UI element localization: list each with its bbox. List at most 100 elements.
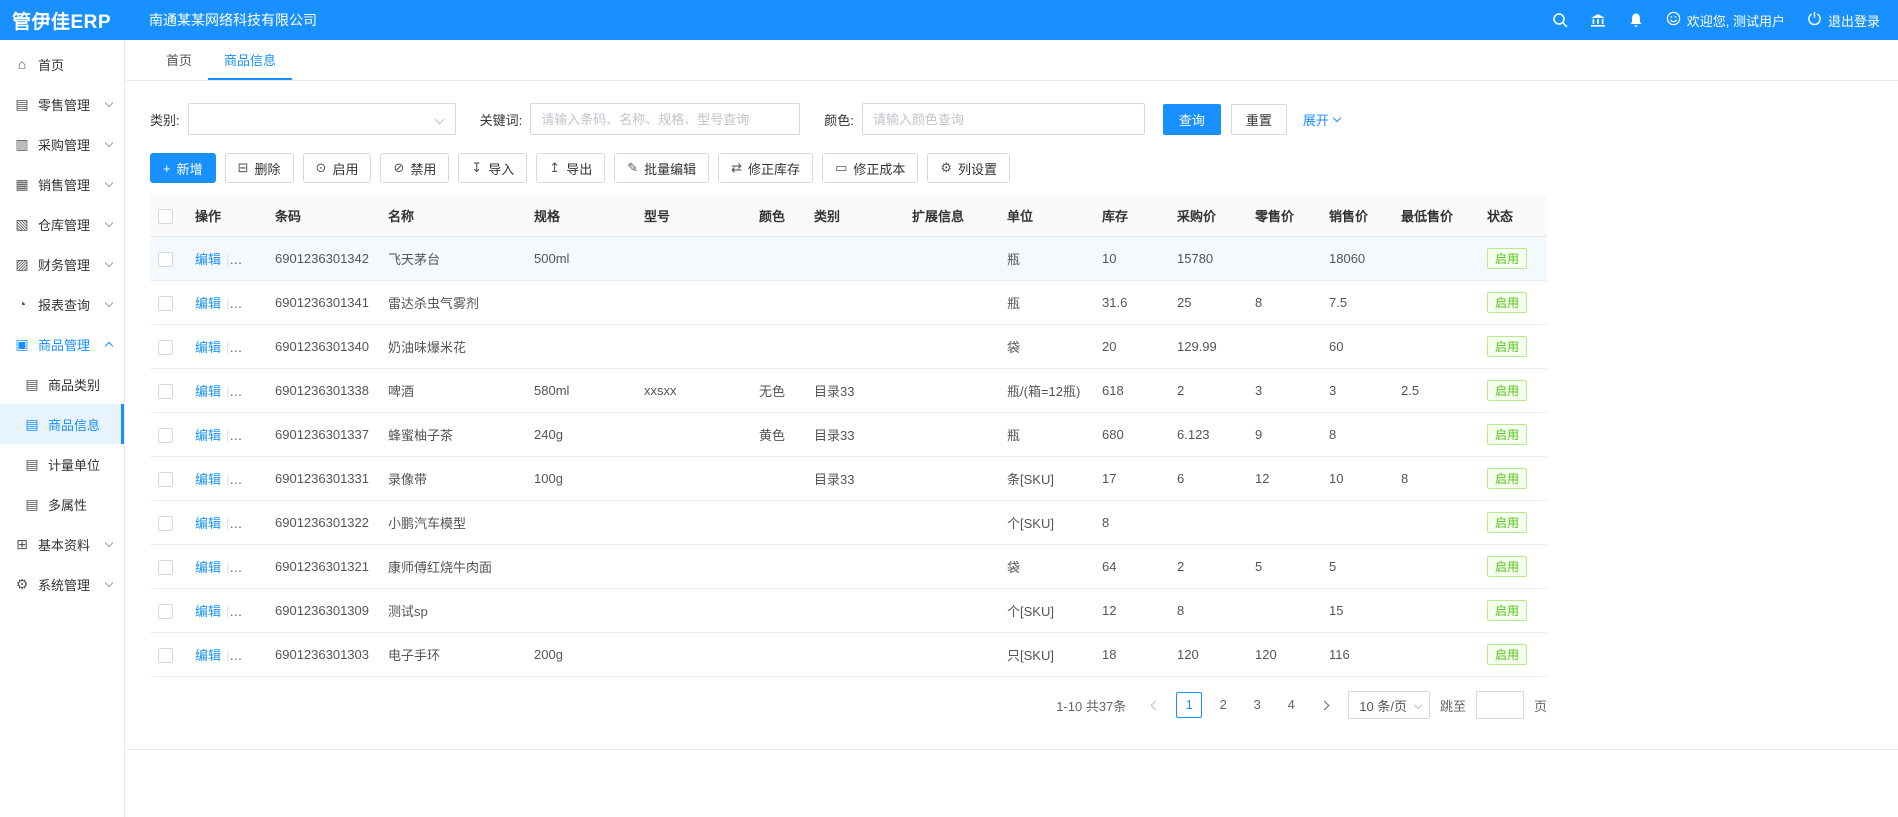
edit-link[interactable]: 编辑 bbox=[195, 604, 221, 619]
row-checkbox[interactable] bbox=[158, 296, 173, 311]
sidebar-item-purchase[interactable]: ▥采购管理 bbox=[0, 124, 124, 164]
edit-link[interactable]: 编辑 bbox=[195, 296, 221, 311]
sidebar-item-multi-attribute[interactable]: ▤多属性 bbox=[0, 484, 124, 524]
cell-color bbox=[751, 589, 806, 633]
page-number-4[interactable]: 4 bbox=[1278, 692, 1304, 718]
page-number-2[interactable]: 2 bbox=[1210, 692, 1236, 718]
fix-stock-button[interactable]: ⇄修正库存 bbox=[718, 153, 813, 183]
export-button[interactable]: ↥导出 bbox=[536, 153, 605, 183]
cell-barcode: 6901236301303 bbox=[267, 633, 380, 677]
jump-label: 跳至 bbox=[1440, 696, 1466, 715]
sidebar-item-measure-unit[interactable]: ▤计量单位 bbox=[0, 444, 124, 484]
disable-button[interactable]: ⊘禁用 bbox=[380, 153, 449, 183]
row-checkbox[interactable] bbox=[158, 384, 173, 399]
row-checkbox[interactable] bbox=[158, 648, 173, 663]
cell-purchase-price: 120 bbox=[1169, 633, 1247, 677]
cell-category bbox=[806, 589, 904, 633]
cell-category bbox=[806, 325, 904, 369]
keyword-label: 关键词: bbox=[480, 110, 523, 129]
sidebar-item-retail[interactable]: ▤零售管理 bbox=[0, 84, 124, 124]
tab-home[interactable]: 首页 bbox=[150, 40, 208, 80]
edit-link[interactable]: 编辑 bbox=[195, 340, 221, 355]
row-checkbox[interactable] bbox=[158, 428, 173, 443]
batch-edit-button[interactable]: ✎批量编辑 bbox=[614, 153, 709, 183]
sidebar-item-label: 商品类别 bbox=[48, 375, 100, 394]
cell-unit: 条[SKU] bbox=[999, 457, 1094, 501]
column-header: 最低售价 bbox=[1393, 195, 1479, 237]
row-checkbox[interactable] bbox=[158, 472, 173, 487]
select-all-checkbox[interactable] bbox=[158, 209, 173, 224]
expand-link[interactable]: 展开 bbox=[1303, 110, 1340, 129]
jump-page-input[interactable] bbox=[1476, 691, 1524, 719]
edit-link[interactable]: 编辑 bbox=[195, 648, 221, 663]
cell-barcode: 6901236301331 bbox=[267, 457, 380, 501]
search-button[interactable]: 查询 bbox=[1163, 104, 1221, 135]
page-size-select[interactable]: 10 条/页 bbox=[1348, 691, 1430, 719]
edit-link[interactable]: 编辑 bbox=[195, 472, 221, 487]
color-input[interactable] bbox=[862, 103, 1145, 135]
add-button[interactable]: +新增 bbox=[150, 153, 216, 183]
sidebar-item-sales[interactable]: ▦销售管理 bbox=[0, 164, 124, 204]
reset-button[interactable]: 重置 bbox=[1231, 104, 1287, 135]
delete-button[interactable]: ⊟删除 bbox=[225, 153, 294, 183]
row-checkbox[interactable] bbox=[158, 252, 173, 267]
prev-page-button[interactable] bbox=[1142, 692, 1166, 718]
sidebar-item-product-category[interactable]: ▤商品类别 bbox=[0, 364, 124, 404]
page-number-1[interactable]: 1 bbox=[1176, 692, 1202, 718]
cell-spec: 580ml bbox=[526, 369, 636, 413]
enable-button[interactable]: ⊙启用 bbox=[303, 153, 372, 183]
search-icon[interactable] bbox=[1552, 12, 1568, 28]
bell-icon[interactable] bbox=[1628, 12, 1644, 28]
cell-purchase-price: 129.99 bbox=[1169, 325, 1247, 369]
link-separator: | bbox=[226, 604, 229, 619]
row-checkbox[interactable] bbox=[158, 516, 173, 531]
import-button[interactable]: ↧导入 bbox=[458, 153, 527, 183]
chevron-down-icon bbox=[105, 298, 113, 306]
link-separator: | bbox=[226, 384, 229, 399]
category-select[interactable] bbox=[188, 103, 456, 135]
row-checkbox[interactable] bbox=[158, 560, 173, 575]
sidebar-item-product-info[interactable]: ▤商品信息 bbox=[0, 404, 124, 444]
sidebar-item-label: 商品信息 bbox=[48, 415, 100, 434]
row-checkbox[interactable] bbox=[158, 604, 173, 619]
sidebar-item-label: 计量单位 bbox=[48, 455, 100, 474]
edit-link[interactable]: 编辑 bbox=[195, 428, 221, 443]
cell-name: 啤酒 bbox=[380, 369, 526, 413]
tab-product-info[interactable]: 商品信息 bbox=[208, 40, 292, 80]
sidebar-item-finance[interactable]: ▨财务管理 bbox=[0, 244, 124, 284]
keyword-input[interactable] bbox=[530, 103, 800, 135]
cell-ext-info bbox=[904, 369, 999, 413]
sidebar-item-warehouse[interactable]: ▧仓库管理 bbox=[0, 204, 124, 244]
fix-cost-button[interactable]: ▭修正成本 bbox=[822, 153, 918, 183]
sidebar-item-system[interactable]: ⚙系统管理 bbox=[0, 564, 124, 604]
edit-link[interactable]: 编辑 bbox=[195, 516, 221, 531]
cell-purchase-price bbox=[1169, 501, 1247, 545]
cell-purchase-price: 25 bbox=[1169, 281, 1247, 325]
column-settings-button[interactable]: ⚙列设置 bbox=[927, 153, 1010, 183]
bank-icon[interactable] bbox=[1590, 12, 1606, 28]
cell-spec bbox=[526, 501, 636, 545]
sidebar-item-report[interactable]: ◔报表查询 bbox=[0, 284, 124, 324]
cell-name: 蜂蜜柚子茶 bbox=[380, 413, 526, 457]
logout-button[interactable]: 退出登录 bbox=[1807, 11, 1880, 30]
page-number-3[interactable]: 3 bbox=[1244, 692, 1270, 718]
sidebar-item-basics[interactable]: ⊞基本资料 bbox=[0, 524, 124, 564]
sidebar-item-label: 多属性 bbox=[48, 495, 87, 514]
cell-purchase-price: 15780 bbox=[1169, 237, 1247, 281]
cell-stock: 31.6 bbox=[1094, 281, 1169, 325]
sidebar-item-home[interactable]: ⌂首页 bbox=[0, 44, 124, 84]
cell-retail-price bbox=[1247, 501, 1321, 545]
chevron-down-icon bbox=[105, 178, 113, 186]
sidebar-item-product[interactable]: ▣商品管理 bbox=[0, 324, 124, 364]
cell-unit: 袋 bbox=[999, 325, 1094, 369]
edit-link[interactable]: 编辑 bbox=[195, 384, 221, 399]
cell-min-price bbox=[1393, 633, 1479, 677]
cell-retail-price: 9 bbox=[1247, 413, 1321, 457]
edit-link[interactable]: 编辑 bbox=[195, 560, 221, 575]
welcome-user[interactable]: 欢迎您, 测试用户 bbox=[1666, 11, 1785, 30]
edit-link[interactable]: 编辑 bbox=[195, 252, 221, 267]
row-checkbox[interactable] bbox=[158, 340, 173, 355]
cell-barcode: 6901236301338 bbox=[267, 369, 380, 413]
link-separator: | bbox=[226, 648, 229, 663]
next-page-button[interactable] bbox=[1314, 692, 1338, 718]
